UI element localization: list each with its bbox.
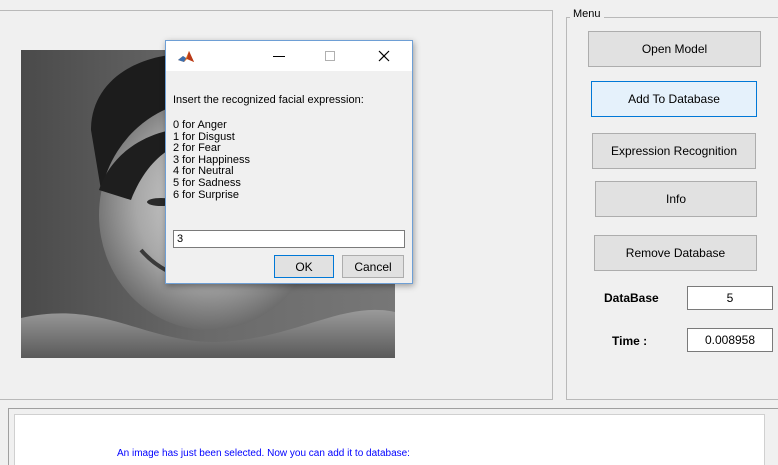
expression-input[interactable]: 3 xyxy=(173,230,405,248)
expression-recognition-button[interactable]: Expression Recognition xyxy=(592,133,756,169)
log-scrollbar[interactable] xyxy=(764,414,778,465)
expression-input-dialog: Insert the recognized facial expression:… xyxy=(165,40,413,284)
list-item: 6 for Surprise xyxy=(173,188,240,201)
ok-button[interactable]: OK xyxy=(274,255,334,278)
close-icon xyxy=(378,50,390,62)
list-item: 5 for Sadness xyxy=(173,176,241,189)
database-count-field[interactable]: 5 xyxy=(687,286,773,310)
expression-options-list: 0 for Anger 1 for Disgust 2 for Fear 3 f… xyxy=(173,119,250,201)
open-model-button[interactable]: Open Model xyxy=(588,31,761,67)
cancel-button[interactable]: Cancel xyxy=(342,255,404,278)
list-item: 0 for Anger xyxy=(173,119,227,131)
info-button[interactable]: Info xyxy=(595,181,757,217)
dialog-titlebar[interactable] xyxy=(166,41,412,71)
minimize-icon xyxy=(273,56,285,57)
database-label: DataBase xyxy=(604,291,659,305)
maximize-icon xyxy=(325,51,335,61)
remove-database-button[interactable]: Remove Database xyxy=(594,235,757,271)
maximize-button[interactable] xyxy=(310,41,350,71)
time-label: Time : xyxy=(612,334,648,348)
menu-title: Menu xyxy=(570,7,604,21)
time-field[interactable]: 0.008958 xyxy=(687,328,773,352)
close-button[interactable] xyxy=(364,41,404,71)
dialog-prompt: Insert the recognized facial expression: xyxy=(173,94,364,106)
add-to-database-button[interactable]: Add To Database xyxy=(591,81,757,117)
matlab-icon xyxy=(178,51,194,62)
log-message: An image has just been selected. Now you… xyxy=(117,448,410,459)
minimize-button[interactable] xyxy=(259,41,299,71)
